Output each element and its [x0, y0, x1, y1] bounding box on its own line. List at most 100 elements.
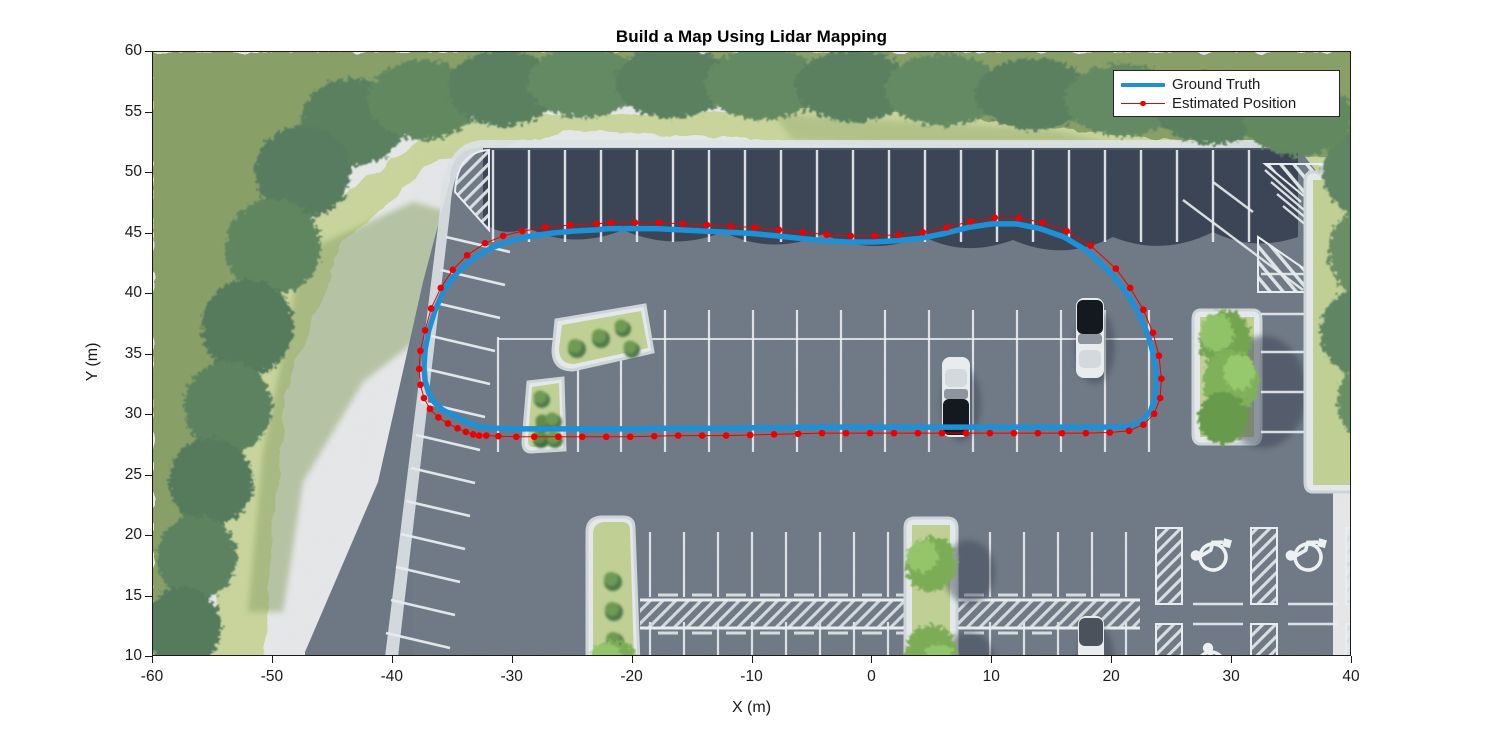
estimated-position-line: [418, 217, 1162, 438]
estimated-position-marker: [823, 231, 831, 239]
estimated-position-marker: [775, 226, 783, 234]
estimated-position-marker: [512, 433, 520, 441]
x-tick-label: 20: [1102, 668, 1120, 685]
estimated-position-marker: [943, 224, 951, 231]
estimated-position-marker: [454, 424, 461, 432]
y-tick-label: 35: [124, 344, 142, 362]
x-tick-label: -50: [260, 668, 284, 685]
estimated-position-marker: [842, 429, 850, 437]
estimated-position-marker: [462, 428, 470, 436]
line-marker-sample-icon: [1121, 97, 1165, 111]
estimated-position-marker: [895, 231, 903, 239]
estimated-position-marker: [518, 227, 526, 235]
estimated-position-marker: [722, 432, 730, 439]
estimated-position-marker: [1158, 375, 1165, 383]
estimated-position-marker: [417, 381, 424, 389]
estimated-position-marker: [578, 433, 586, 441]
x-tick: [871, 656, 873, 663]
estimated-position-marker: [751, 224, 759, 231]
x-tick: [271, 656, 273, 663]
estimated-position-marker: [417, 347, 424, 355]
y-tick-label: 10: [124, 647, 142, 664]
estimated-position-marker: [866, 429, 874, 437]
y-tick-label: 60: [124, 42, 142, 59]
estimated-position-marker: [499, 232, 507, 240]
estimated-position-marker: [1010, 429, 1018, 437]
y-tick: [145, 474, 152, 476]
legend-label-ground-truth: Ground Truth: [1172, 76, 1261, 93]
estimated-position-marker: [554, 433, 562, 441]
y-tick-label: 30: [124, 405, 142, 422]
estimated-position-marker: [482, 432, 490, 439]
y-tick: [145, 535, 152, 537]
estimated-position-marker: [420, 394, 428, 402]
estimated-position-marker: [444, 420, 452, 427]
y-tick-label: 20: [124, 526, 142, 543]
x-tick-label: -20: [620, 668, 643, 685]
estimated-position-marker: [1140, 306, 1147, 314]
estimated-position-marker: [727, 222, 735, 230]
estimated-position-marker: [437, 284, 445, 292]
y-tick: [145, 172, 152, 174]
legend-label-estimated-position: Estimated Position: [1172, 95, 1297, 112]
estimated-position-marker: [481, 239, 489, 247]
x-tick-label: -30: [500, 668, 523, 685]
estimated-position-marker: [1126, 284, 1134, 292]
estimated-position-marker: [469, 431, 477, 438]
legend-entry-ground-truth: Ground Truth: [1121, 75, 1332, 94]
y-tick-label: 45: [124, 223, 142, 241]
estimated-position-marker: [847, 232, 855, 240]
x-tick-label: 10: [982, 668, 1000, 685]
estimated-position-marker: [1140, 421, 1147, 429]
trajectory-overlay: [415, 214, 1165, 441]
y-tick: [145, 595, 152, 597]
estimated-position-marker: [674, 432, 682, 439]
legend-entry-estimated-position: Estimated Position: [1121, 94, 1332, 113]
estimated-position-marker: [986, 429, 994, 437]
line-sample-icon: [1121, 78, 1165, 92]
estimated-position-marker: [494, 432, 502, 440]
ground-truth-line: [421, 221, 1160, 432]
x-tick-label: 30: [1222, 668, 1240, 685]
estimated-position-marker: [631, 219, 639, 226]
estimated-position-marker: [1112, 265, 1120, 272]
estimated-position-markers: [415, 214, 1165, 441]
page-title: Build a Map Using Lidar Mapping: [615, 27, 888, 46]
estimated-position-marker: [770, 431, 778, 438]
legend: Ground Truth Estimated Position: [1113, 70, 1340, 117]
estimated-position-marker: [607, 219, 615, 226]
estimated-position-marker: [427, 305, 435, 312]
estimated-position-marker: [541, 224, 549, 231]
y-tick-label: 15: [124, 586, 142, 604]
estimated-position-marker: [655, 219, 663, 226]
estimated-position-marker: [1034, 429, 1042, 437]
estimated-position-marker: [679, 220, 687, 228]
estimated-position-marker: [794, 430, 802, 438]
estimated-position-marker: [818, 429, 826, 437]
y-tick-label: 55: [124, 102, 142, 120]
estimated-position-marker: [938, 429, 946, 437]
y-tick: [145, 656, 152, 658]
estimated-position-marker: [1082, 429, 1090, 437]
estimated-position-marker: [1149, 329, 1157, 337]
y-tick-label: 50: [124, 163, 142, 180]
estimated-position-marker: [449, 266, 457, 274]
estimated-position-marker: [698, 432, 706, 439]
estimated-position-marker: [566, 221, 574, 229]
estimated-position-marker: [1039, 219, 1046, 226]
estimated-position-marker: [650, 432, 658, 440]
y-tick: [145, 111, 152, 113]
estimated-position-marker: [919, 228, 927, 236]
y-tick: [145, 353, 152, 355]
estimated-position-marker: [415, 365, 423, 373]
estimated-position-marker: [421, 326, 429, 334]
estimated-position-marker: [1150, 410, 1158, 418]
estimated-position-marker: [626, 433, 634, 441]
estimated-position-marker: [967, 218, 975, 225]
x-axis-ticks: -60 -50 -40 -30 -20 -10 0 10 20 30 40: [141, 656, 1360, 690]
x-tick-label: -40: [380, 668, 403, 685]
x-tick-label: -10: [740, 668, 763, 685]
estimated-position-marker: [1125, 427, 1133, 435]
plot-axes: [152, 51, 1351, 656]
x-tick: [391, 656, 393, 663]
